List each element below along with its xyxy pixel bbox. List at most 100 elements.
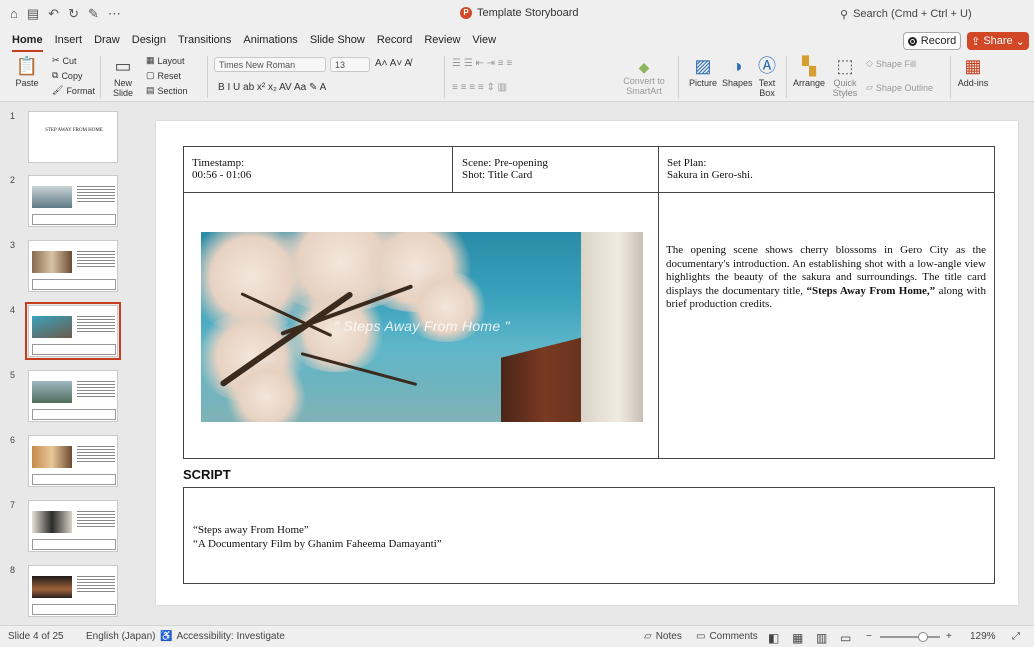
scene-cell[interactable]: Scene: Pre-opening Shot: Title Card <box>462 157 548 181</box>
picture-button[interactable]: ▨ Picture <box>686 54 720 88</box>
slide-sorter-icon[interactable]: ▦ <box>792 631 803 645</box>
format-painter-button[interactable]: 🖌 Format <box>52 85 95 96</box>
slide-thumbnail-3[interactable] <box>28 240 118 292</box>
tab-record[interactable]: Record <box>377 31 412 49</box>
tab-design[interactable]: Design <box>132 31 166 49</box>
draw-icon[interactable]: ✎ <box>88 6 99 22</box>
more-icon[interactable]: ⋯ <box>108 6 121 22</box>
shot-text: Shot: Title Card <box>462 169 533 181</box>
zoom-level[interactable]: 129% <box>970 631 996 642</box>
thumbnail-title: STEP AWAY FROM HOME <box>45 128 103 133</box>
slide-thumbnail-7[interactable] <box>28 500 118 552</box>
home-icon[interactable]: ⌂ <box>10 6 18 22</box>
slide-indicator: Slide 4 of 25 <box>8 631 64 642</box>
quick-styles-icon: ⬚ <box>836 56 854 76</box>
normal-view-icon[interactable]: ◧ <box>768 631 779 645</box>
shapes-button[interactable]: ◑ Shapes <box>722 54 753 88</box>
timestamp-label: Timestamp: <box>192 157 245 169</box>
scene-description[interactable]: The opening scene shows cherry blossoms … <box>666 244 986 312</box>
picture-icon: ▨ <box>694 56 712 76</box>
timestamp-cell[interactable]: Timestamp: 00:56 - 01:06 <box>192 157 251 181</box>
share-button[interactable]: ⇪ Share ⌄ <box>967 32 1029 50</box>
text-box-button[interactable]: Ⓐ Text Box <box>756 54 778 98</box>
new-slide-button[interactable]: ▭ New Slide <box>108 54 138 98</box>
script-box[interactable]: “Steps away From Home” “A Documentary Fi… <box>183 487 995 584</box>
zoom-in-icon[interactable]: + <box>946 631 952 642</box>
powerpoint-logo-icon: P <box>460 7 472 19</box>
overlay-title-text: " Steps Away From Home " <box>334 318 510 334</box>
tab-insert[interactable]: Insert <box>55 31 83 49</box>
search-box[interactable]: ⚲ Search (Cmd + Ctrl + U) <box>820 5 1020 23</box>
section-button[interactable]: ▤ Section <box>146 85 188 96</box>
reset-icon: ▢ <box>146 70 155 80</box>
fit-slide-icon[interactable]: ⤢ <box>1012 631 1020 642</box>
slide-editor: Timestamp: 00:56 - 01:06 Scene: Pre-open… <box>140 103 1034 625</box>
tab-slide-show[interactable]: Slide Show <box>310 31 365 49</box>
tab-review[interactable]: Review <box>424 31 460 49</box>
copy-button[interactable]: ⧉ Copy <box>52 70 82 81</box>
slide-thumbnail-6[interactable] <box>28 435 118 487</box>
tab-view[interactable]: View <box>472 31 496 49</box>
slide-thumbnail-8[interactable] <box>28 565 118 617</box>
zoom-slider[interactable] <box>880 636 940 638</box>
paintbrush-icon: 🖌 <box>52 85 64 95</box>
text-box-icon: Ⓐ <box>758 56 776 76</box>
cut-button[interactable]: ✂ Cut <box>52 55 77 66</box>
shape-outline-button[interactable]: ▱ Shape Outline <box>866 82 933 93</box>
sakura-title-card-image[interactable]: " Steps Away From Home " <box>201 232 643 422</box>
slide-thumbnail-1[interactable]: STEP AWAY FROM HOME <box>28 111 118 163</box>
font-family-select[interactable]: Times New Roman <box>214 57 326 72</box>
quick-styles-button[interactable]: ⬚ Quick Styles <box>830 54 860 98</box>
storyboard-table[interactable]: Timestamp: 00:56 - 01:06 Scene: Pre-open… <box>183 146 995 459</box>
notes-icon: ▱ <box>644 631 652 642</box>
comments-button[interactable]: ▭ Comments <box>696 631 758 642</box>
font-size-controls[interactable]: A˄ A˅ A̸ <box>375 58 411 69</box>
zoom-slider-handle[interactable] <box>918 632 928 642</box>
convert-smartart-button[interactable]: ◆ Convert to SmartArt <box>616 58 672 96</box>
redo-icon[interactable]: ↻ <box>68 6 79 22</box>
ribbon-tabs: Home Insert Draw Design Transitions Anim… <box>0 28 1034 52</box>
tab-animations[interactable]: Animations <box>243 31 297 49</box>
notes-button[interactable]: ▱ Notes <box>644 631 682 642</box>
alignment-controls[interactable]: ≡ ≡ ≡ ≡ ⇕ ▥ <box>452 82 507 93</box>
arrange-button[interactable]: ▚ Arrange <box>792 54 826 88</box>
language-indicator[interactable]: English (Japan) <box>86 631 155 642</box>
slide-thumbnail-5[interactable] <box>28 370 118 422</box>
fill-bucket-icon: ◇ <box>866 58 873 68</box>
tab-transitions[interactable]: Transitions <box>178 31 231 49</box>
thumbnail-number: 1 <box>10 111 16 121</box>
timestamp-value: 00:56 - 01:06 <box>192 169 252 181</box>
clipboard-icon: 📋 <box>15 56 39 76</box>
thumbnail-number: 8 <box>10 565 16 575</box>
slide-thumbnail-2[interactable] <box>28 175 118 227</box>
scissors-icon: ✂ <box>52 55 60 65</box>
add-ins-button[interactable]: ▦ Add-ins <box>956 54 990 88</box>
smartart-icon: ◆ <box>638 59 650 75</box>
tab-draw[interactable]: Draw <box>94 31 120 49</box>
reading-view-icon[interactable]: ▥ <box>816 631 827 645</box>
font-size-select[interactable]: 13 <box>330 57 370 72</box>
save-icon[interactable]: ▤ <box>27 6 39 22</box>
paste-button[interactable]: 📋 Paste <box>12 54 42 88</box>
scene-text: Scene: Pre-opening <box>462 157 548 169</box>
shape-fill-button[interactable]: ◇ Shape Fill <box>866 58 916 69</box>
reset-button[interactable]: ▢ Reset <box>146 70 181 81</box>
font-style-controls[interactable]: B I U ab x² x₂ AV Aa ✎ A <box>218 82 326 93</box>
zoom-out-icon[interactable]: − <box>866 631 872 642</box>
tab-home[interactable]: Home <box>12 31 43 52</box>
undo-icon[interactable]: ↶ <box>48 6 59 22</box>
list-controls[interactable]: ☰ ☰ ⇤ ⇥ ≡ ≡ <box>452 58 512 69</box>
accessibility-button[interactable]: ♿ Accessibility: Investigate <box>160 631 285 642</box>
slideshow-icon[interactable]: ▭ <box>840 631 851 645</box>
slide-thumbnail-4[interactable] <box>25 302 121 360</box>
thumbnail-number: 3 <box>10 240 16 250</box>
ribbon: 📋 Paste ✂ Cut ⧉ Copy 🖌 Format ▭ New Slide ▦… <box>0 52 1034 102</box>
record-button[interactable]: Record <box>903 32 961 50</box>
slide[interactable]: Timestamp: 00:56 - 01:06 Scene: Pre-open… <box>156 121 1018 605</box>
script-heading[interactable]: SCRIPT <box>183 467 231 482</box>
set-plan-cell[interactable]: Set Plan: Sakura in Gero-shi. <box>667 157 753 181</box>
thumbnail-number: 7 <box>10 500 16 510</box>
thumbnail-number: 4 <box>10 305 16 315</box>
set-plan-label: Set Plan: <box>667 157 707 169</box>
layout-button[interactable]: ▦ Layout <box>146 55 185 66</box>
